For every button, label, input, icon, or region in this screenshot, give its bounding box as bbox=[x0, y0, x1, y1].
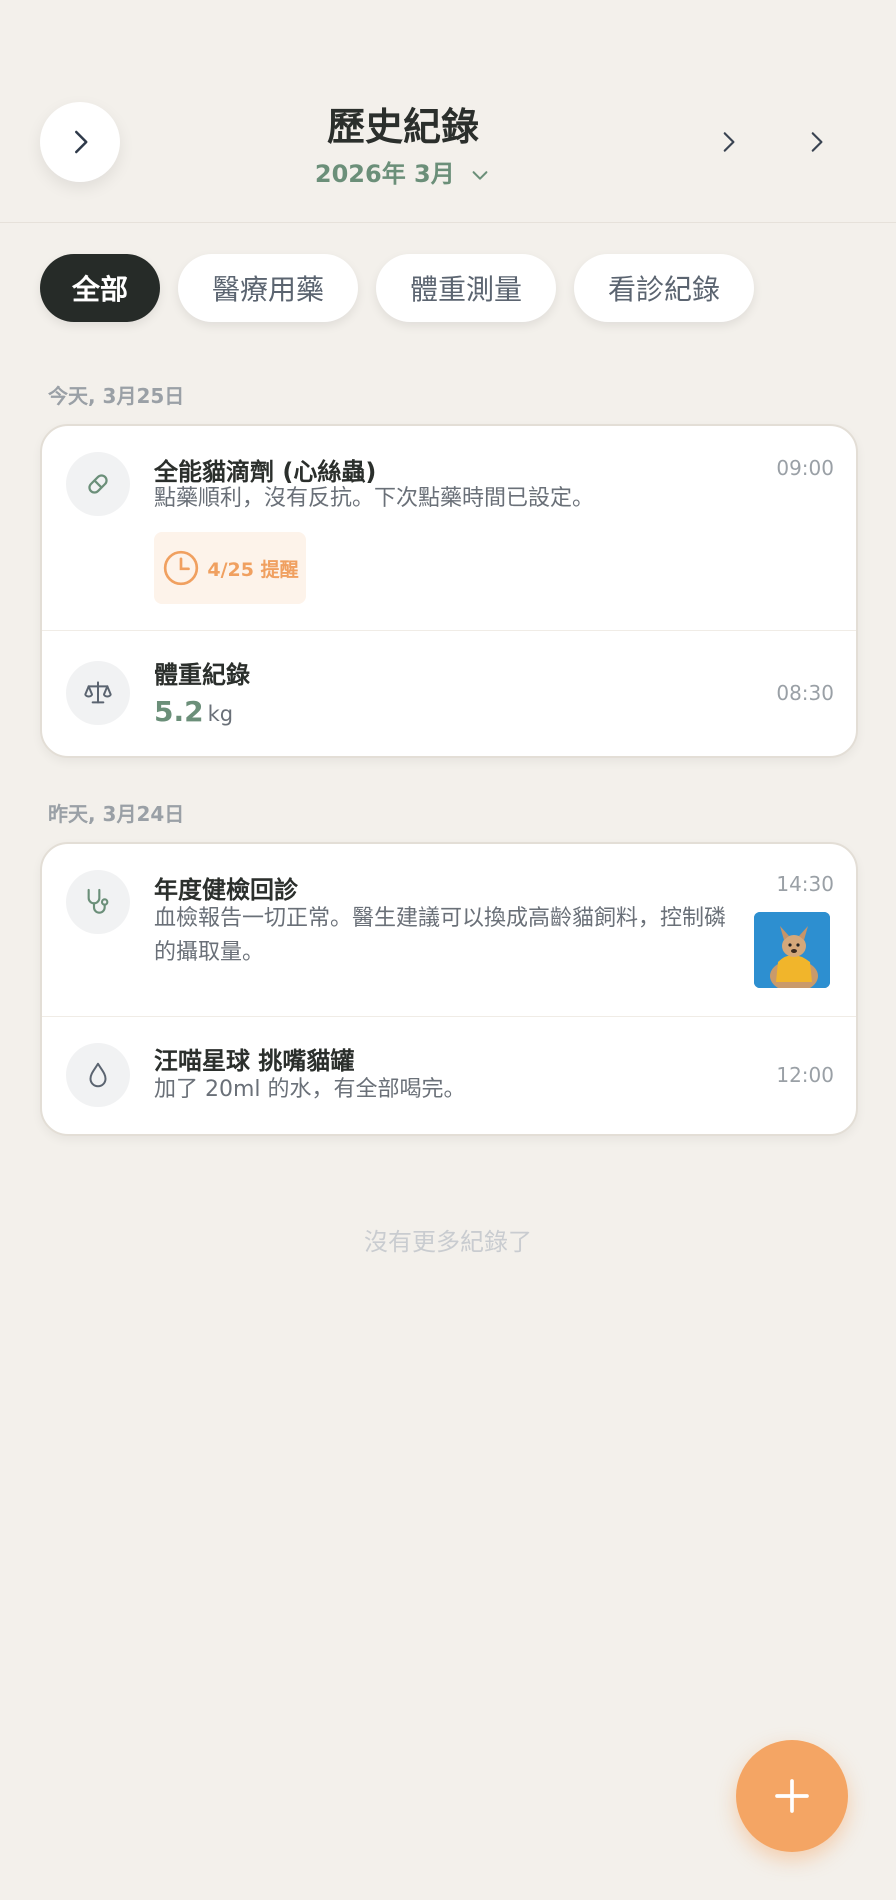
date-header: 昨天, 3月24日 bbox=[48, 802, 185, 826]
weight-number: 5.2 bbox=[154, 695, 204, 728]
month-selector[interactable]: 2026年 3月 bbox=[0, 154, 806, 189]
record-title: 體重紀錄 bbox=[154, 661, 250, 689]
record-description-line: 的攝取量。 bbox=[154, 940, 265, 965]
record-photo-thumbnail[interactable] bbox=[754, 912, 830, 988]
reminder-badge[interactable]: 4/25 提醒 bbox=[154, 532, 306, 604]
record-card: 年度健檢回診 血檢報告一切正常。醫生建議可以換成高齡貓飼料，控制磷 的攝取量。 … bbox=[40, 842, 858, 1136]
record-description: 血檢報告一切正常。醫生建議可以換成高齡貓飼料，控制磷 的攝取量。 bbox=[154, 902, 734, 970]
record-description: 加了 20ml 的水，有全部喝完。 bbox=[154, 1077, 466, 1102]
clock-icon bbox=[164, 550, 199, 586]
end-of-list-text: 沒有更多紀錄了 bbox=[364, 1228, 532, 1256]
chevron-right-icon bbox=[811, 132, 823, 152]
record-time: 12:00 bbox=[776, 1063, 834, 1087]
filter-chip-medication[interactable]: 醫療用藥 bbox=[178, 254, 359, 322]
record-time: 08:30 bbox=[776, 681, 834, 705]
record-entry-vet-visit[interactable]: 年度健檢回診 血檢報告一切正常。醫生建議可以換成高齡貓飼料，控制磷 的攝取量。 … bbox=[42, 844, 856, 1016]
forward-button[interactable] bbox=[796, 122, 836, 162]
chevron-right-icon bbox=[723, 132, 735, 152]
record-entry-food[interactable]: 汪喵星球 挑嘴貓罐 加了 20ml 的水，有全部喝完。 12:00 bbox=[42, 1016, 856, 1134]
chevron-down-icon bbox=[472, 171, 488, 180]
record-title: 汪喵星球 挑嘴貓罐 bbox=[154, 1047, 355, 1075]
weight-unit: kg bbox=[207, 702, 234, 726]
water-drop-icon bbox=[66, 1043, 130, 1107]
scale-icon bbox=[66, 661, 130, 725]
plus-icon bbox=[775, 1779, 809, 1813]
reminder-label: 4/25 提醒 bbox=[207, 558, 299, 581]
pill-icon bbox=[66, 452, 130, 516]
record-description-line: 血檢報告一切正常。醫生建議可以換成高齡貓飼料，控制磷 bbox=[154, 906, 727, 931]
month-label: 2026年 3月 bbox=[314, 160, 455, 188]
add-record-button[interactable] bbox=[736, 1740, 848, 1852]
stethoscope-icon bbox=[66, 870, 130, 934]
filter-chip-weight[interactable]: 體重測量 bbox=[376, 254, 557, 322]
record-description: 點藥順利，沒有反抗。下次點藥時間已設定。 bbox=[154, 486, 595, 511]
record-time: 14:30 bbox=[776, 872, 834, 896]
filter-chip-all[interactable]: 全部 bbox=[40, 254, 161, 322]
page-title: 歷史紀錄 bbox=[326, 105, 479, 149]
record-time: 09:00 bbox=[776, 456, 834, 480]
record-title: 年度健檢回診 bbox=[154, 876, 298, 904]
record-entry-weight[interactable]: 體重紀錄 5.2 kg 08:30 bbox=[42, 630, 856, 756]
filter-chip-vet-visit[interactable]: 看診紀錄 bbox=[574, 254, 755, 322]
header: 歷史紀錄 2026年 3月 bbox=[0, 0, 896, 223]
filter-chips: 全部 醫療用藥 體重測量 看診紀錄 bbox=[40, 254, 755, 322]
record-card: 全能貓滴劑 (心絲蟲) 點藥順利，沒有反抗。下次點藥時間已設定。 09:00 4… bbox=[40, 424, 858, 758]
weight-value: 5.2 kg bbox=[154, 695, 233, 728]
date-header: 今天, 3月25日 bbox=[48, 384, 185, 408]
next-month-button[interactable] bbox=[708, 122, 748, 162]
record-entry-medication[interactable]: 全能貓滴劑 (心絲蟲) 點藥順利，沒有反抗。下次點藥時間已設定。 09:00 4… bbox=[42, 426, 856, 630]
